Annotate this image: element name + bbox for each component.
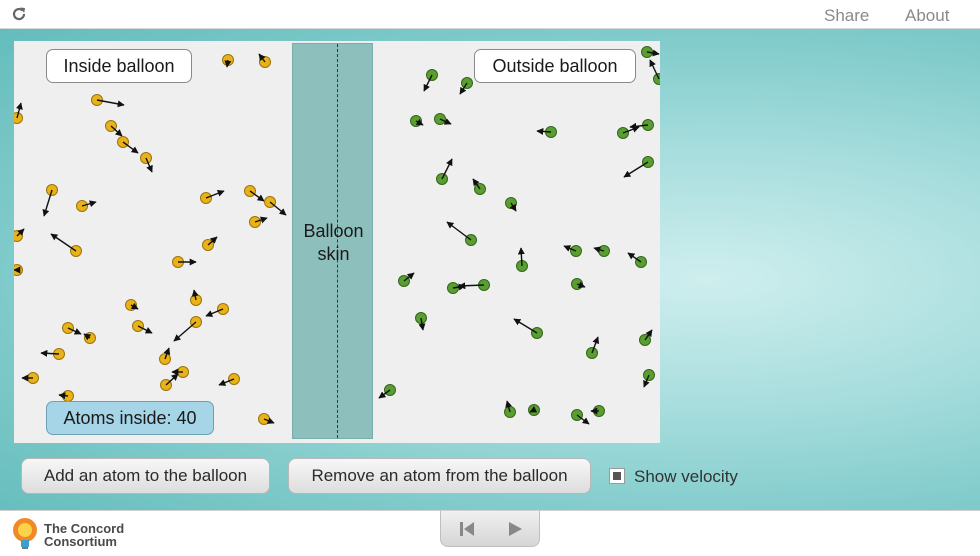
bottom-bar: The Concord Consortium [0, 510, 980, 556]
simulation-canvas[interactable]: Balloon skin Inside balloon Outside ball… [14, 41, 660, 443]
concord-logo[interactable]: The Concord Consortium [10, 515, 140, 553]
balloon-skin: Balloon skin [292, 43, 373, 439]
logo-text: The Concord Consortium [44, 521, 125, 549]
velocity-arrow [58, 392, 69, 400]
velocity-arrow [623, 161, 649, 178]
show-velocity-checkbox[interactable] [609, 468, 625, 484]
velocity-arrow [40, 349, 60, 357]
share-link[interactable]: Share [824, 6, 869, 26]
outside-balloon-label: Outside balloon [474, 49, 636, 83]
top-bar: Share About [0, 0, 980, 29]
remove-atom-button[interactable]: Remove an atom from the balloon [288, 458, 591, 494]
velocity-arrow [173, 321, 197, 342]
lightbulb-icon [13, 518, 37, 549]
add-atom-button[interactable]: Add an atom to the balloon [21, 458, 270, 494]
interactive-stage: Balloon skin Inside balloon Outside ball… [0, 29, 980, 510]
velocity-arrow [458, 282, 485, 290]
play-icon[interactable] [505, 520, 525, 538]
velocity-arrow [446, 221, 472, 241]
balloon-skin-label: Balloon skin [303, 221, 364, 264]
velocity-arrow [517, 247, 525, 267]
velocity-arrow [224, 59, 232, 68]
playback-controls [440, 511, 540, 547]
reset-icon[interactable] [457, 520, 477, 538]
velocity-arrow [513, 318, 538, 334]
checkbox-mark [613, 472, 621, 480]
atoms-inside-counter: Atoms inside: 40 [46, 401, 214, 435]
about-link[interactable]: About [905, 6, 949, 26]
velocity-arrow [50, 233, 77, 252]
inside-balloon-label: Inside balloon [46, 49, 192, 83]
show-velocity-label[interactable]: Show velocity [634, 467, 738, 487]
velocity-arrow [536, 127, 552, 135]
reload-icon[interactable] [10, 5, 28, 23]
velocity-arrow [269, 201, 287, 216]
